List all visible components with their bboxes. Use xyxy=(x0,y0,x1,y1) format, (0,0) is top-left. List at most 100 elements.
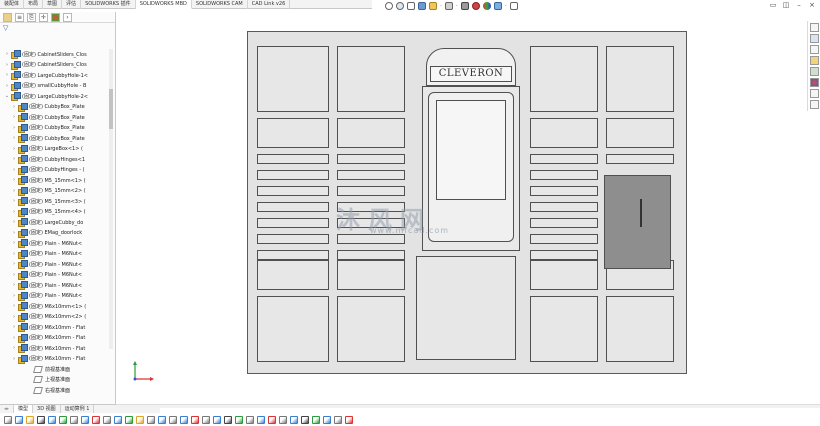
toolbar-tool-icon[interactable] xyxy=(257,416,265,424)
expand-caret-icon[interactable]: › xyxy=(10,272,18,278)
expand-caret-icon[interactable]: › xyxy=(10,303,18,309)
expand-caret-icon[interactable]: › xyxy=(10,188,18,194)
tree-item[interactable]: › (固定) M5_15mm<4> ( xyxy=(0,207,112,218)
toolbar-tool-icon[interactable] xyxy=(235,416,243,424)
tab-cam[interactable]: SOLIDWORKS CAM xyxy=(192,0,248,9)
toolbar-tool-icon[interactable] xyxy=(48,416,56,424)
toolbar-tool-icon[interactable] xyxy=(334,416,342,424)
tree-item[interactable]: › (固定) LargeCubby_do xyxy=(0,217,112,228)
toolbar-tool-icon[interactable] xyxy=(290,416,298,424)
tree-item[interactable]: › (固定) M5_15mm<3> ( xyxy=(0,196,112,207)
toolbar-tool-icon[interactable] xyxy=(4,416,12,424)
expand-caret-icon[interactable]: › xyxy=(3,72,11,78)
locker-door[interactable] xyxy=(257,296,329,362)
tree-item[interactable]: › (固定) Plain - M6Nut< xyxy=(0,259,112,270)
feature-manager-icon[interactable] xyxy=(3,12,12,22)
custom-properties-icon[interactable] xyxy=(809,89,819,98)
expand-panel-icon[interactable]: › xyxy=(63,12,72,22)
toolbar-tool-icon[interactable] xyxy=(268,416,276,424)
locker-door[interactable] xyxy=(257,154,329,164)
locker-door[interactable] xyxy=(530,260,598,290)
design-library-icon[interactable] xyxy=(809,45,819,54)
scene-icon[interactable] xyxy=(493,2,502,10)
property-manager-icon[interactable]: ≡ xyxy=(15,12,24,22)
tree-item[interactable]: › (固定) LargeBox<1> ( xyxy=(0,144,112,155)
expand-caret-icon[interactable]: › xyxy=(10,209,18,215)
solidworks-forum-icon[interactable] xyxy=(809,100,819,109)
tree-item[interactable]: › (固定) M6x10mm<1> ( xyxy=(0,301,112,312)
toolbar-tool-icon[interactable] xyxy=(114,416,122,424)
locker-door[interactable] xyxy=(530,250,598,260)
locker-cabinet-model[interactable]: CLEVERON 沐风网 www.mfcad.com xyxy=(247,31,687,374)
expand-caret-icon[interactable]: › xyxy=(10,177,18,183)
toolbar-tool-icon[interactable] xyxy=(202,416,210,424)
tab-assembly[interactable]: 装配体 xyxy=(0,0,25,9)
previous-view-icon[interactable] xyxy=(407,2,415,10)
tree-item[interactable]: › (固定) Plain - M6Nut< xyxy=(0,280,112,291)
tab-mbd[interactable]: SOLIDWORKS MBD xyxy=(135,0,192,9)
tree-item[interactable]: › (固定) M6x10mm<2> ( xyxy=(0,312,112,323)
tree-item[interactable]: › (固定) CubbyBox_Plate xyxy=(0,102,112,113)
locker-door[interactable] xyxy=(530,296,598,362)
toolbar-tool-icon[interactable] xyxy=(147,416,155,424)
tree-item[interactable]: › (固定) M5_15mm<2> ( xyxy=(0,186,112,197)
toolbar-tool-icon[interactable] xyxy=(158,416,166,424)
locker-door[interactable] xyxy=(257,218,329,228)
locker-door[interactable] xyxy=(337,260,405,290)
locker-door[interactable] xyxy=(530,234,598,244)
tab-sketch[interactable]: 草图 xyxy=(43,0,63,9)
toolbar-tool-icon[interactable] xyxy=(279,416,287,424)
locker-door[interactable] xyxy=(530,154,598,164)
toolbar-tool-icon[interactable] xyxy=(26,416,34,424)
locker-door[interactable] xyxy=(337,46,405,112)
locker-door[interactable] xyxy=(606,154,674,164)
toolbar-tool-icon[interactable] xyxy=(136,416,144,424)
tree-item[interactable]: ⌄ (固定) LargeCubbyHole-2< xyxy=(0,91,112,102)
expand-caret-icon[interactable]: › xyxy=(10,156,18,162)
tree-item[interactable]: › (固定) CubbyBox_Plate xyxy=(0,133,112,144)
expand-caret-icon[interactable]: › xyxy=(10,146,18,152)
expand-caret-icon[interactable]: › xyxy=(10,114,18,120)
toolbar-tool-icon[interactable] xyxy=(59,416,67,424)
display-style-icon[interactable] xyxy=(460,2,469,10)
tree-item[interactable]: › (固定) M5_15mm<1> ( xyxy=(0,175,112,186)
expand-caret-icon[interactable]: › xyxy=(10,198,18,204)
toolbar-tool-icon[interactable] xyxy=(92,416,100,424)
expand-caret-icon[interactable]: › xyxy=(10,125,18,131)
appearance-icon[interactable] xyxy=(482,2,491,10)
toolbar-tool-icon[interactable] xyxy=(246,416,254,424)
dynamic-annotation-icon[interactable] xyxy=(429,2,437,10)
locker-door[interactable] xyxy=(257,234,329,244)
locker-door[interactable] xyxy=(337,154,405,164)
locker-door[interactable] xyxy=(530,46,598,112)
expand-caret-icon[interactable]: › xyxy=(10,282,18,288)
toolbar-tool-icon[interactable] xyxy=(103,416,111,424)
locker-door[interactable] xyxy=(606,296,674,362)
locker-door[interactable] xyxy=(337,296,405,362)
locker-door[interactable] xyxy=(337,234,405,244)
toolbar-tool-icon[interactable] xyxy=(125,416,133,424)
expand-caret-icon[interactable]: › xyxy=(10,167,18,173)
tree-item[interactable]: › (固定) CubbyHinges<1 xyxy=(0,154,112,165)
toolbar-tool-icon[interactable] xyxy=(323,416,331,424)
expand-caret-icon[interactable]: › xyxy=(10,104,18,110)
zoom-area-icon[interactable] xyxy=(396,2,404,10)
tab-3d-views[interactable]: 3D 视图 xyxy=(33,405,61,413)
toolbar-tool-icon[interactable] xyxy=(213,416,221,424)
tree-item[interactable]: › (固定) CubbyBox_Plate xyxy=(0,123,112,134)
locker-door[interactable] xyxy=(337,250,405,260)
tree-item[interactable]: › (固定) M6x10mm - Flat xyxy=(0,322,112,333)
expand-caret-icon[interactable]: › xyxy=(10,240,18,246)
expand-caret-icon[interactable]: › xyxy=(3,51,11,57)
expand-caret-icon[interactable]: › xyxy=(10,293,18,299)
tree-item[interactable]: › (固定) Plain - M6Nut< xyxy=(0,270,112,281)
locker-door[interactable] xyxy=(606,46,674,112)
tree-item[interactable]: › (固定) CubbyHinges - ( xyxy=(0,165,112,176)
filter-icon[interactable]: ▽ xyxy=(3,24,8,32)
view-palette-icon[interactable] xyxy=(809,67,819,76)
tree-plane-item[interactable]: 上视基准面 xyxy=(0,375,112,386)
locker-door[interactable] xyxy=(530,170,598,180)
home-icon[interactable] xyxy=(809,23,819,32)
toolbar-tool-icon[interactable] xyxy=(169,416,177,424)
locker-door[interactable] xyxy=(337,170,405,180)
